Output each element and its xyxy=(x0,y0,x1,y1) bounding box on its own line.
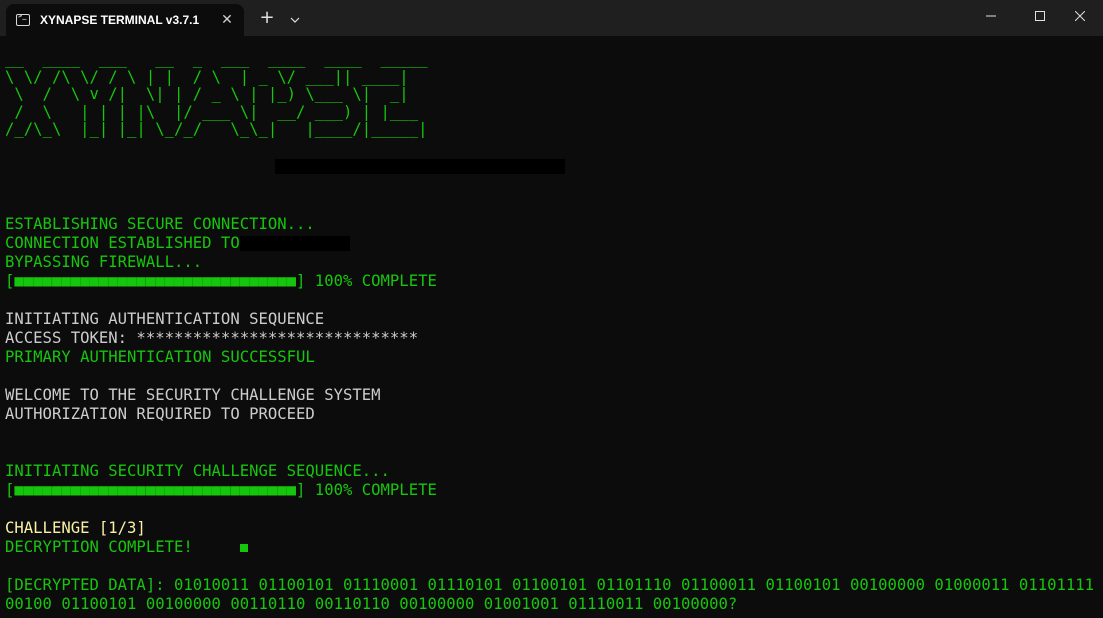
close-icon[interactable]: ✕ xyxy=(218,11,236,29)
ascii-banner: __ ____ ___ __ _ ___ ____ ____ _____ \ \… xyxy=(5,50,428,139)
progress-bar: [■■■■■■■■■■■■■■■■■■■■■■■■■■■■■■] 100% CO… xyxy=(5,272,437,290)
access-token: ACCESS TOKEN: **************************… xyxy=(5,329,419,347)
title-bar: XYNAPSE TERMINAL v3.7.1 ✕ + xyxy=(0,0,1103,36)
challenge-header: CHALLENGE [1/3] xyxy=(5,519,146,537)
status-line: CONNECTION ESTABLISHED TO xyxy=(5,234,240,252)
tab-title: XYNAPSE TERMINAL v3.7.1 xyxy=(40,13,200,27)
status-line: WELCOME TO THE SECURITY CHALLENGE SYSTEM xyxy=(5,386,381,404)
status-line: DECRYPTION COMPLETE! xyxy=(5,538,193,556)
cursor xyxy=(240,544,248,552)
decrypted-data: [DECRYPTED DATA]: 01010011 01100101 0111… xyxy=(5,576,1103,594)
console-area[interactable]: __ ____ ___ __ _ ___ ____ ____ _____ \ \… xyxy=(0,36,1103,618)
status-line: PRIMARY AUTHENTICATION SUCCESSFUL xyxy=(5,348,315,366)
status-line: AUTHORIZATION REQUIRED TO PROCEED xyxy=(5,405,315,423)
progress-bar: [■■■■■■■■■■■■■■■■■■■■■■■■■■■■■■] 100% CO… xyxy=(5,481,437,499)
terminal-tab[interactable]: XYNAPSE TERMINAL v3.7.1 ✕ xyxy=(6,4,244,36)
close-window-icon[interactable] xyxy=(1057,0,1103,32)
redacted-host xyxy=(240,236,350,251)
status-line: INITIATING SECURITY CHALLENGE SEQUENCE..… xyxy=(5,462,390,480)
terminal-icon xyxy=(16,12,30,26)
status-line: BYPASSING FIREWALL... xyxy=(5,253,203,271)
status-line: ESTABLISHING SECURE CONNECTION... xyxy=(5,215,315,233)
status-line: INITIATING AUTHENTICATION SEQUENCE xyxy=(5,310,325,328)
decrypted-data: 00100 01100101 00100000 00110110 0011011… xyxy=(5,595,738,613)
redacted-bar xyxy=(275,159,565,174)
chevron-down-icon[interactable] xyxy=(284,6,306,30)
minimize-icon[interactable] xyxy=(968,0,1014,32)
plus-icon[interactable]: + xyxy=(256,6,278,30)
